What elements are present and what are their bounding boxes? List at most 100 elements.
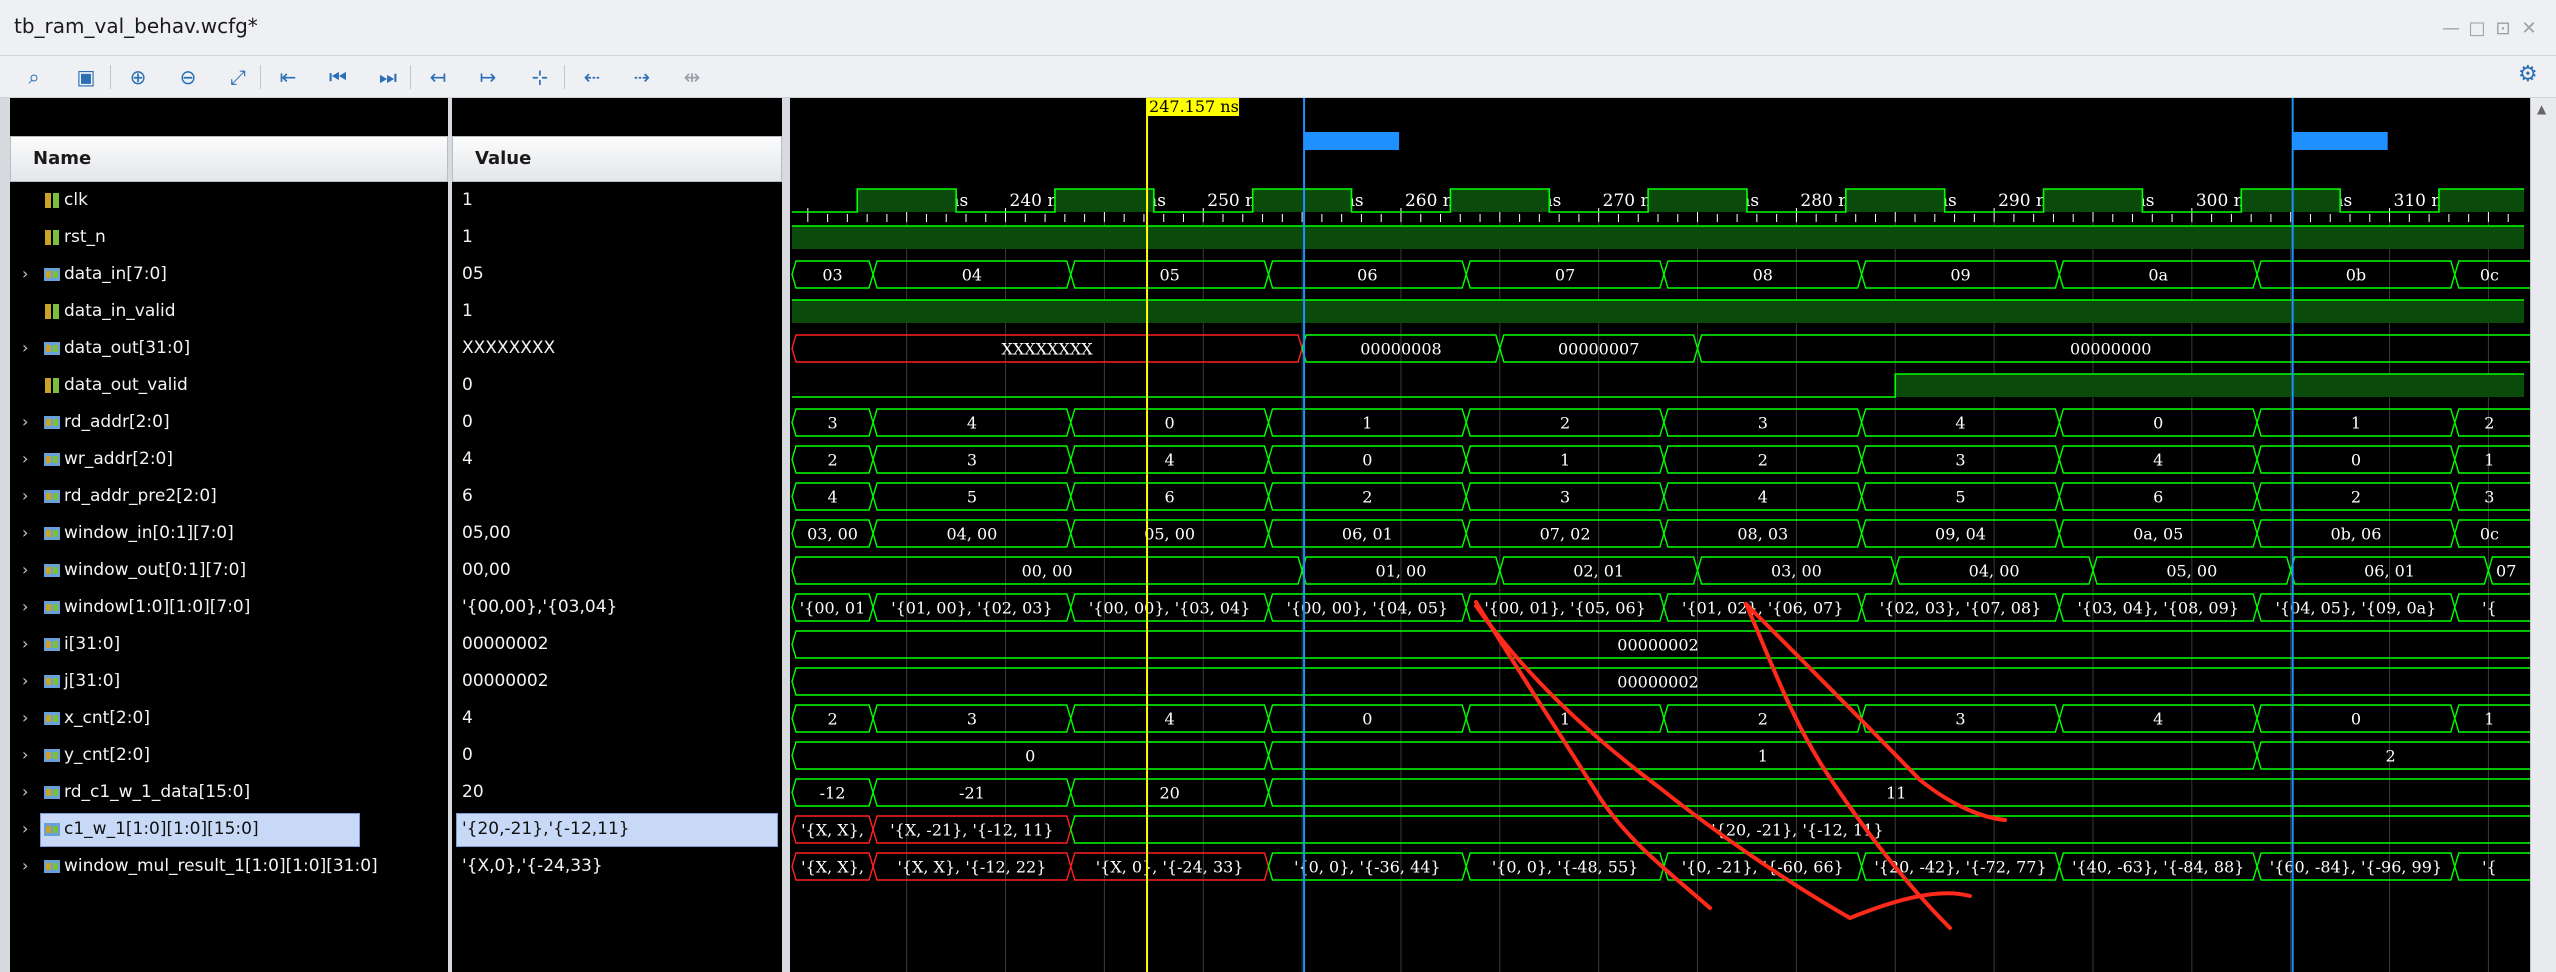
go-to-cursor-icon[interactable]: ⇤ [272,61,304,93]
signal-name: window[1:0][1:0][7:0] [64,597,251,617]
signal-name: i[31:0] [64,634,121,654]
signal-value-row[interactable]: 4 [452,441,782,478]
bus-value-label: 1 [1560,451,1570,470]
signal-value-row[interactable]: 05,00 [452,515,782,552]
signal-row[interactable]: › j[31:0] [10,663,448,700]
signal-value-row[interactable]: XXXXXXXX [452,330,782,367]
zoom-in-icon[interactable]: ⊕ [122,61,154,93]
bus-value-label: 04 [962,266,982,285]
previous-transition-icon[interactable]: ↤ [422,61,454,93]
expand-chevron-icon[interactable]: › [22,671,28,690]
expand-chevron-icon[interactable]: › [22,338,28,357]
zoom-out-icon[interactable]: ⊖ [172,61,204,93]
add-marker-icon[interactable]: ⊹ [524,61,556,93]
signal-value-row[interactable]: 20 [452,774,782,811]
signal-row[interactable]: clk [10,182,448,219]
next-marker-icon[interactable]: ⇢ [626,61,658,93]
bus-value-label: 09 [1950,266,1970,285]
signal-value-row[interactable]: 00,00 [452,552,782,589]
settings-gear-icon[interactable]: ⚙ [2518,62,2538,87]
expand-chevron-icon[interactable]: › [22,264,28,283]
bus-value-label: 4 [2153,451,2163,470]
expand-chevron-icon[interactable]: › [22,449,28,468]
signal-value-row[interactable]: 0 [452,737,782,774]
bus-value-label: 0 [1165,414,1175,433]
save-icon[interactable]: ▣ [70,61,102,93]
scroll-up-icon[interactable]: ▲ [2537,102,2546,116]
vertical-scrollbar[interactable]: ▲ [2530,98,2556,972]
previous-marker-icon[interactable]: ⇠ [576,61,608,93]
signal-value: '{X,0},'{-24,33} [462,856,603,876]
signal-row[interactable]: › c1_w_1[1:0][1:0][15:0] [10,811,448,848]
restore-icon[interactable]: □ [2466,18,2488,40]
signal-row[interactable]: › window[1:0][1:0][7:0] [10,589,448,626]
signal-row[interactable]: › window_in[0:1][7:0] [10,515,448,552]
zoom-fit-icon[interactable]: ⤢ [222,61,254,93]
bus-value-label: 04, 00 [1969,562,2020,581]
signal-value-row[interactable]: 1 [452,293,782,330]
bus-value-label: XXXXXXXX [1001,340,1093,359]
expand-chevron-icon[interactable]: › [22,819,28,838]
bus-signal-icon [44,710,60,727]
signal-value-row[interactable]: 0 [452,367,782,404]
signal-value-row[interactable]: 05 [452,256,782,293]
signal-value-row[interactable]: '{00,00},'{03,04} [452,589,782,626]
signal-row[interactable]: › x_cnt[2:0] [10,700,448,737]
expand-chevron-icon[interactable]: › [22,745,28,764]
expand-chevron-icon[interactable]: › [22,708,28,727]
bus-value-label: 3 [827,414,837,433]
expand-chevron-icon[interactable]: › [22,634,28,653]
bus-value-label: -21 [959,784,985,803]
minimize-icon[interactable]: — [2440,18,2462,40]
signal-value-row[interactable]: 6 [452,478,782,515]
signal-value-row[interactable]: 00000002 [452,626,782,663]
signal-value-row[interactable]: 0 [452,404,782,441]
value-wave-splitter[interactable] [782,98,790,972]
signal-row[interactable]: rst_n [10,219,448,256]
bus-value-label: 04, 00 [946,525,997,544]
expand-chevron-icon[interactable]: › [22,597,28,616]
next-transition-icon[interactable]: ↦ [472,61,504,93]
bus-value-label: 3 [1560,488,1570,507]
signal-value: 0 [462,375,473,395]
expand-chevron-icon[interactable]: › [22,523,28,542]
window-title: tb_ram_val_behav.wcfg* [14,14,258,38]
go-to-last-time-icon[interactable]: ⏭ [372,61,404,93]
signal-value-row[interactable]: '{20,-21},'{-12,11} [452,811,782,848]
signal-row[interactable]: › rd_addr[2:0] [10,404,448,441]
expand-chevron-icon[interactable]: › [22,560,28,579]
bus-value-label: 3 [967,451,977,470]
signal-row[interactable]: › data_out[31:0] [10,330,448,367]
signal-value-row[interactable]: 1 [452,219,782,256]
signal-row[interactable]: › rd_addr_pre2[2:0] [10,478,448,515]
maximize-icon[interactable]: ⊡ [2492,18,2514,40]
signal-value-row[interactable]: 00000002 [452,663,782,700]
expand-chevron-icon[interactable]: › [22,412,28,431]
signal-value-row[interactable]: 1 [452,182,782,219]
signal-row[interactable]: data_out_valid [10,367,448,404]
signal-value-row[interactable]: '{X,0},'{-24,33} [452,848,782,885]
signal-row[interactable]: › wr_addr[2:0] [10,441,448,478]
go-to-time-zero-icon[interactable]: ⏮ [322,61,354,93]
bus-signal-icon [44,488,60,505]
value-column-header[interactable]: Value [452,136,782,182]
close-icon[interactable]: ✕ [2518,18,2540,40]
name-column-header[interactable]: Name [10,136,448,182]
signal-row[interactable]: data_in_valid [10,293,448,330]
signal-row[interactable]: › i[31:0] [10,626,448,663]
signal-value-row[interactable]: 4 [452,700,782,737]
signal-row[interactable]: › data_in[7:0] [10,256,448,293]
expand-chevron-icon[interactable]: › [22,856,28,875]
bus-value-label: '{X, X}, [801,858,864,877]
signal-row[interactable]: › rd_c1_w_1_data[15:0] [10,774,448,811]
waveform-canvas[interactable]: 235 ns240 ns245 ns250 ns255 ns260 ns265 … [790,98,2530,972]
signal-row[interactable]: › y_cnt[2:0] [10,737,448,774]
swap-cursors-icon[interactable]: ⇹ [676,61,708,93]
bus-value-label: 0 [2153,414,2163,433]
search-icon[interactable]: ⌕ [18,61,50,93]
signal-row[interactable]: › window_mul_result_1[1:0][1:0][31:0] [10,848,448,885]
signal-row[interactable]: › window_out[0:1][7:0] [10,552,448,589]
expand-chevron-icon[interactable]: › [22,782,28,801]
expand-chevron-icon[interactable]: › [22,486,28,505]
waveform-area[interactable]: 235 ns240 ns245 ns250 ns255 ns260 ns265 … [790,98,2530,972]
